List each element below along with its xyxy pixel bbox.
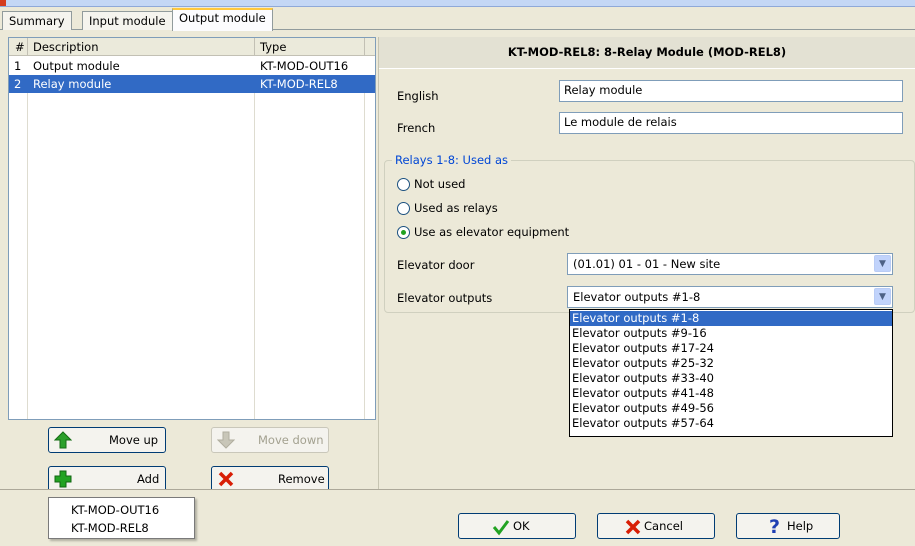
help-label: Help xyxy=(787,519,814,533)
column-header-type[interactable]: Type xyxy=(260,40,286,54)
elevator-outputs-dropdown: Elevator outputs #1-8 Elevator outputs #… xyxy=(569,309,893,437)
x-icon xyxy=(218,471,234,487)
french-label: French xyxy=(397,121,436,135)
pane-divider[interactable] xyxy=(378,37,379,489)
list-header: # Description Type xyxy=(9,38,375,56)
row-type: KT-MOD-REL8 xyxy=(260,77,338,91)
dropdown-option[interactable]: Elevator outputs #33-40 xyxy=(570,371,892,386)
row-type: KT-MOD-OUT16 xyxy=(260,59,349,73)
x-icon xyxy=(625,519,641,535)
english-label: English xyxy=(397,89,439,103)
arrow-down-icon xyxy=(217,431,235,449)
tab-summary[interactable]: Summary xyxy=(2,11,72,30)
remove-label: Remove xyxy=(278,472,325,486)
move-down-button[interactable]: Move down xyxy=(211,427,329,453)
checkmark-icon xyxy=(492,520,510,536)
app-icon xyxy=(0,0,6,6)
elevator-door-value: (01.01) 01 - 01 - New site xyxy=(573,257,721,271)
ok-label: OK xyxy=(513,519,530,533)
elevator-door-label: Elevator door xyxy=(397,258,475,272)
column-header-number[interactable]: # xyxy=(15,40,25,54)
elevator-outputs-select[interactable]: Elevator outputs #1-8 ▼ xyxy=(567,286,893,308)
move-down-label: Move down xyxy=(258,433,324,447)
dropdown-option[interactable]: Elevator outputs #41-48 xyxy=(570,386,892,401)
question-icon: ? xyxy=(769,516,780,536)
dropdown-option[interactable]: Elevator outputs #25-32 xyxy=(570,356,892,371)
add-label: Add xyxy=(137,472,160,486)
chevron-down-icon[interactable]: ▼ xyxy=(874,255,891,272)
dropdown-option[interactable]: Elevator outputs #9-16 xyxy=(570,326,892,341)
elevator-outputs-value: Elevator outputs #1-8 xyxy=(573,290,701,304)
dropdown-option[interactable]: Elevator outputs #57-64 xyxy=(570,416,892,431)
list-item-selected[interactable]: 2 Relay module KT-MOD-REL8 xyxy=(9,75,375,93)
row-number: 2 xyxy=(14,77,22,91)
radio-button-selected[interactable] xyxy=(397,226,410,239)
elevator-door-select[interactable]: (01.01) 01 - 01 - New site ▼ xyxy=(567,253,893,275)
radio-button[interactable] xyxy=(397,202,410,215)
add-menu: KT-MOD-OUT16 KT-MOD-REL8 xyxy=(48,497,195,539)
chevron-down-icon[interactable]: ▼ xyxy=(874,288,891,305)
module-title: KT-MOD-REL8: 8-Relay Module (MOD-REL8) xyxy=(379,37,915,69)
row-description: Output module xyxy=(33,59,120,73)
tab-bar: Summary Input module Output module xyxy=(0,8,915,31)
dropdown-option[interactable]: Elevator outputs #49-56 xyxy=(570,401,892,416)
window-title-strip xyxy=(0,0,915,7)
radio-button[interactable] xyxy=(397,178,410,191)
english-field[interactable]: Relay module xyxy=(559,80,903,102)
relays-group-title: Relays 1-8: Used as xyxy=(392,153,512,167)
plus-icon xyxy=(54,470,72,488)
cancel-label: Cancel xyxy=(644,519,683,533)
radio-label[interactable]: Used as relays xyxy=(414,201,498,215)
arrow-up-icon xyxy=(54,431,72,449)
elevator-outputs-label: Elevator outputs xyxy=(397,291,493,305)
move-up-label: Move up xyxy=(109,433,159,447)
dropdown-option[interactable]: Elevator outputs #1-8 xyxy=(570,311,892,326)
svg-text:?: ? xyxy=(769,516,780,536)
radio-label[interactable]: Not used xyxy=(414,177,465,191)
row-number: 1 xyxy=(14,59,22,73)
ok-button[interactable]: OK xyxy=(458,513,576,539)
add-menu-item[interactable]: KT-MOD-OUT16 xyxy=(49,500,194,518)
radio-label[interactable]: Use as elevator equipment xyxy=(414,225,569,239)
column-header-description[interactable]: Description xyxy=(33,40,99,54)
module-list[interactable]: # Description Type 1 Output module KT-MO… xyxy=(8,37,376,420)
cancel-button[interactable]: Cancel xyxy=(597,513,715,539)
dropdown-option[interactable]: Elevator outputs #17-24 xyxy=(570,341,892,356)
tab-output-module[interactable]: Output module xyxy=(172,8,273,31)
tab-input-module[interactable]: Input module xyxy=(82,11,173,30)
move-up-button[interactable]: Move up xyxy=(48,427,166,453)
list-item[interactable]: 1 Output module KT-MOD-OUT16 xyxy=(9,57,375,75)
help-button[interactable]: ? Help xyxy=(736,513,840,539)
add-menu-item[interactable]: KT-MOD-REL8 xyxy=(49,518,194,536)
row-description: Relay module xyxy=(33,77,112,91)
french-field[interactable]: Le module de relais xyxy=(559,112,903,134)
